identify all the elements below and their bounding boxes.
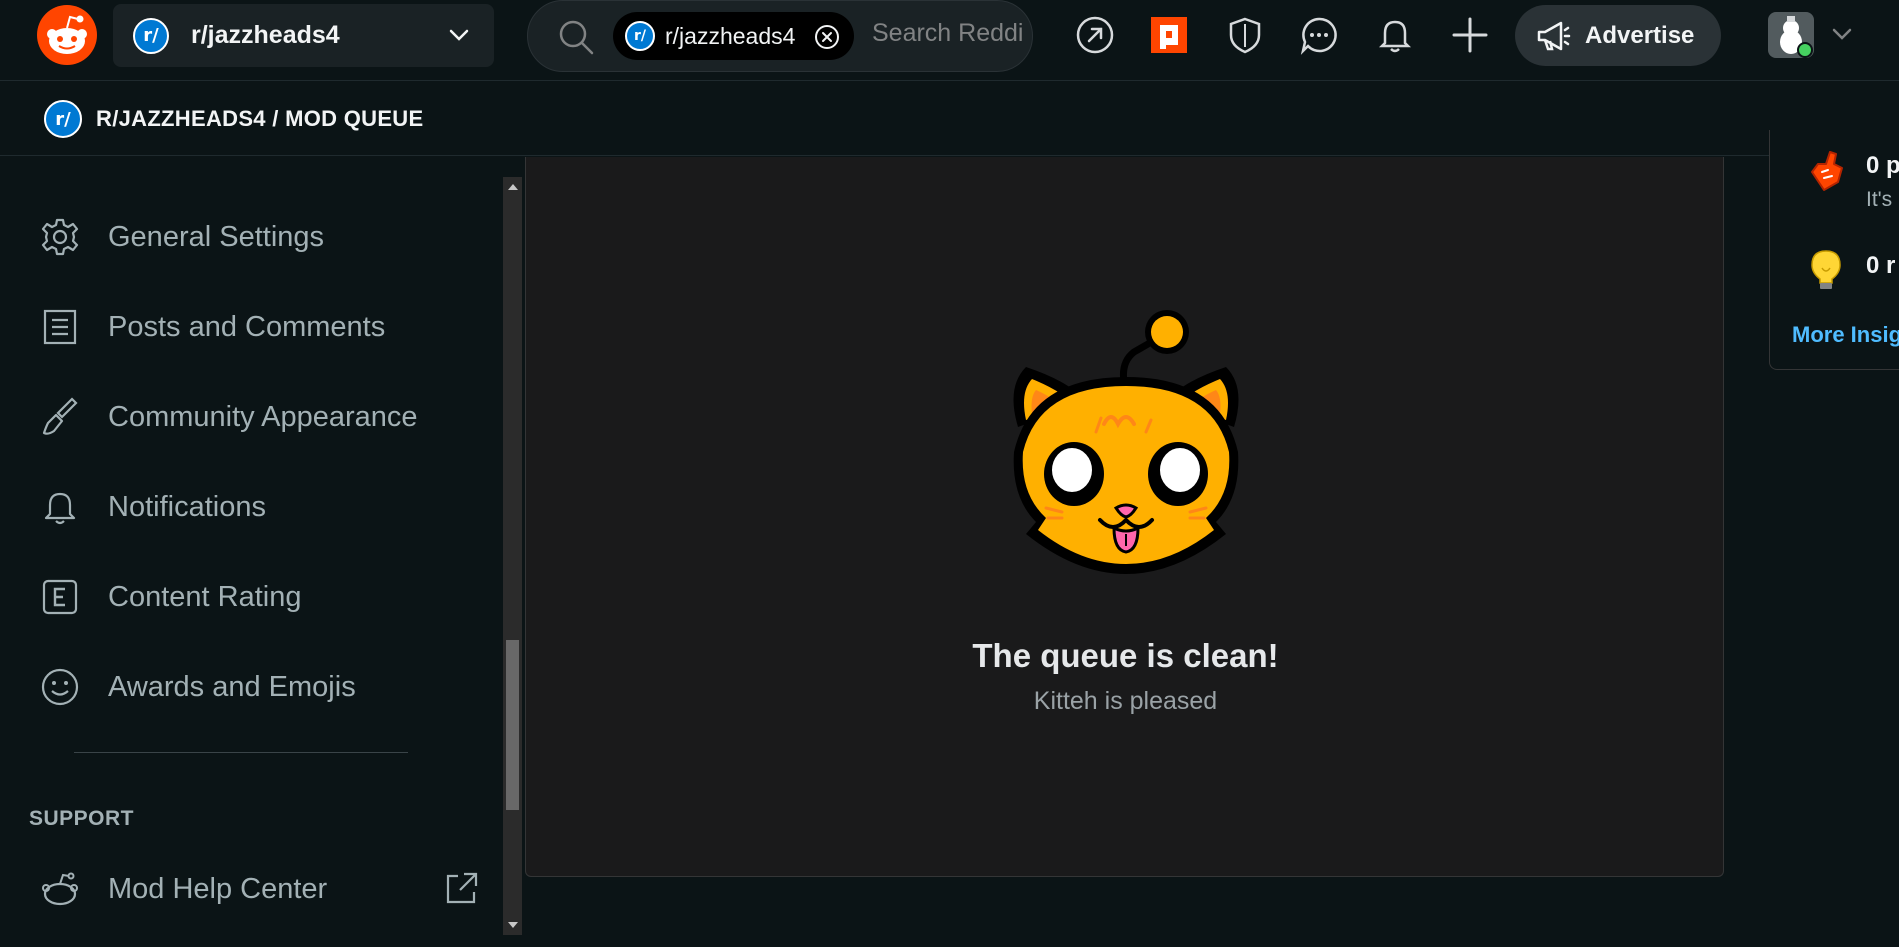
snoo-icon	[38, 867, 82, 911]
community-r-icon: r/	[133, 17, 169, 54]
chat-icon[interactable]	[1297, 13, 1341, 57]
more-insights-link[interactable]: More Insig	[1792, 322, 1899, 348]
sidebar-item-label: General Settings	[108, 220, 325, 253]
mod-tools-icon[interactable]	[1147, 13, 1191, 57]
brush-icon	[38, 395, 82, 439]
sidebar-item-label: Posts and Comments	[108, 310, 386, 343]
create-post-plus-icon[interactable]	[1448, 13, 1492, 57]
mod-queue-panel: The queue is clean! Kitteh is pleased	[525, 157, 1724, 877]
smiley-icon	[38, 665, 82, 709]
scrollbar-thumb[interactable]	[506, 640, 519, 810]
bell-icon[interactable]	[1373, 13, 1417, 57]
top-navigation-bar: r/ r/jazzheads4 r/ r/jazzheads4 Search R…	[0, 0, 1899, 81]
megaphone-icon	[1537, 21, 1571, 50]
breadcrumb: r/ R/JAZZHEADS4 / MOD QUEUE	[44, 100, 423, 138]
search-input[interactable]	[872, 19, 1022, 48]
reddit-logo[interactable]	[37, 5, 97, 65]
sidebar-scrollbar[interactable]	[503, 177, 522, 935]
sidebar-item-label: Mod Help Center	[108, 872, 328, 905]
external-link-icon	[446, 872, 478, 904]
search-bar[interactable]: r/ r/jazzheads4	[527, 0, 1033, 72]
rating-e-icon	[38, 575, 82, 619]
support-heading: SUPPORT	[29, 807, 135, 830]
sidebar-item-notifications[interactable]: Notifications	[0, 472, 500, 542]
sidebar-divider	[74, 752, 408, 753]
search-community-chip: r/ r/jazzheads4	[613, 12, 854, 60]
chevron-down-icon	[449, 29, 469, 41]
insights-card: 0 p It's 0 r More Insig	[1769, 130, 1899, 370]
sidebar-item-content-rating[interactable]: Content Rating	[0, 562, 500, 632]
kitteh-mascot-icon	[1013, 310, 1239, 574]
chevron-down-icon[interactable]	[1830, 22, 1854, 46]
gear-icon	[38, 215, 82, 259]
scroll-down-arrow-icon[interactable]	[503, 915, 522, 935]
document-icon	[38, 305, 82, 349]
advertise-label: Advertise	[1585, 21, 1695, 49]
popular-icon[interactable]	[1073, 13, 1117, 57]
sidebar-item-mod-help-center[interactable]: Mod Help Center	[0, 854, 500, 924]
sidebar-item-label: Community Appearance	[108, 400, 418, 433]
sidebar-item-general-settings[interactable]: General Settings	[0, 202, 500, 272]
insights-stat-1-value: 0 p	[1866, 152, 1899, 179]
snoo-logo-icon	[47, 15, 87, 54]
community-name: r/jazzheads4	[191, 21, 340, 49]
sidebar-item-label: Awards and Emojis	[108, 670, 356, 703]
sidebar-item-community-appearance[interactable]: Community Appearance	[0, 382, 500, 452]
queue-empty-subtitle: Kitteh is pleased	[1033, 687, 1218, 715]
foam-finger-icon	[1811, 151, 1843, 191]
insights-stat-1-subtext: It's	[1866, 188, 1893, 211]
community-r-icon: r/	[625, 21, 655, 51]
close-icon[interactable]	[814, 24, 840, 50]
search-icon	[559, 20, 594, 55]
sidebar-item-label: Notifications	[108, 490, 266, 523]
community-r-icon: r/	[44, 100, 82, 138]
queue-empty-title: The queue is clean!	[972, 637, 1279, 674]
mod-settings-sidebar: General Settings Posts and Comments Comm…	[0, 157, 500, 947]
community-selector[interactable]: r/ r/jazzheads4	[113, 4, 494, 67]
shield-icon[interactable]	[1223, 13, 1267, 57]
sidebar-item-posts-and-comments[interactable]: Posts and Comments	[0, 292, 500, 362]
online-status-dot	[1797, 42, 1813, 58]
scroll-up-arrow-icon[interactable]	[503, 177, 522, 197]
sidebar-item-label: Content Rating	[108, 580, 302, 613]
sidebar-item-awards-and-emojis[interactable]: Awards and Emojis	[0, 652, 500, 722]
insights-stat-2-value: 0 r	[1866, 252, 1896, 279]
bell-icon	[38, 485, 82, 529]
breadcrumb-text: R/JAZZHEADS4 / MOD QUEUE	[96, 106, 424, 131]
lightbulb-icon	[1811, 250, 1841, 289]
advertise-button[interactable]: Advertise	[1515, 5, 1721, 66]
search-chip-label: r/jazzheads4	[665, 22, 796, 49]
